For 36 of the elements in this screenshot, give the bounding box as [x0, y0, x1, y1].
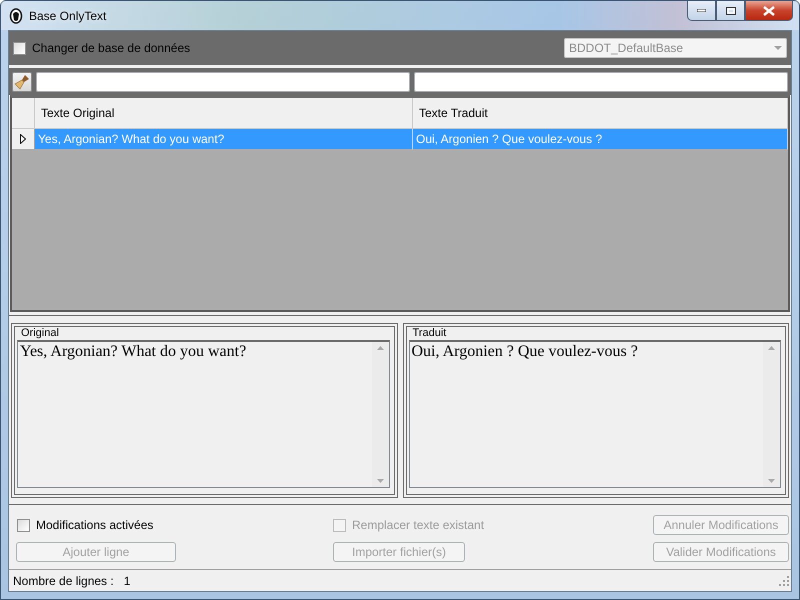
app-icon — [9, 8, 23, 24]
minimize-icon — [697, 9, 706, 12]
checkbox[interactable] — [13, 42, 26, 54]
scrollbar[interactable] — [372, 342, 388, 487]
text-area[interactable]: Oui, Argonien ? Que voulez-vous ? — [408, 340, 781, 488]
resize-grip-icon[interactable] — [779, 576, 789, 586]
status-value: 1 — [124, 574, 130, 588]
close-icon — [763, 6, 775, 16]
checkbox-label: Modifications activées — [36, 518, 154, 532]
maximize-button[interactable] — [716, 1, 745, 21]
text-area[interactable]: Yes, Argonian? What do you want? — [17, 340, 390, 488]
broom-icon — [14, 74, 30, 90]
maximize-icon — [726, 6, 736, 14]
table-cell: Oui, Argonien ? Que voulez-vous ? — [413, 129, 788, 150]
dropdown-arrow-icon — [774, 46, 782, 50]
close-button[interactable] — [745, 1, 793, 21]
window-title: Base OnlyText — [29, 8, 106, 22]
scroll-up-icon[interactable] — [376, 346, 384, 350]
checkbox-label: Changer de base de données — [32, 41, 190, 55]
checkbox-label: Remplacer texte existant — [352, 518, 484, 532]
row-header[interactable] — [12, 129, 35, 150]
table-cell: Yes, Argonian? What do you want? — [35, 129, 413, 150]
status-label: Nombre de lignes : — [13, 574, 114, 588]
scroll-up-icon[interactable] — [768, 346, 775, 350]
clear-filter-button[interactable] — [12, 72, 32, 92]
scroll-down-icon[interactable] — [376, 479, 384, 483]
table-row[interactable]: Yes, Argonian? What do you want? Oui, Argonien ? Que voulez-vous ? — [12, 129, 788, 150]
checkbox[interactable] — [17, 518, 30, 532]
scrollbar[interactable] — [763, 342, 780, 487]
filter-field[interactable] — [414, 72, 788, 92]
filter-field[interactable] — [36, 72, 410, 92]
scroll-down-icon[interactable] — [768, 479, 775, 483]
group-title: Original — [21, 327, 59, 340]
group-title: Traduit — [412, 327, 446, 340]
minimize-button[interactable] — [687, 1, 716, 21]
current-row-icon — [20, 134, 26, 144]
